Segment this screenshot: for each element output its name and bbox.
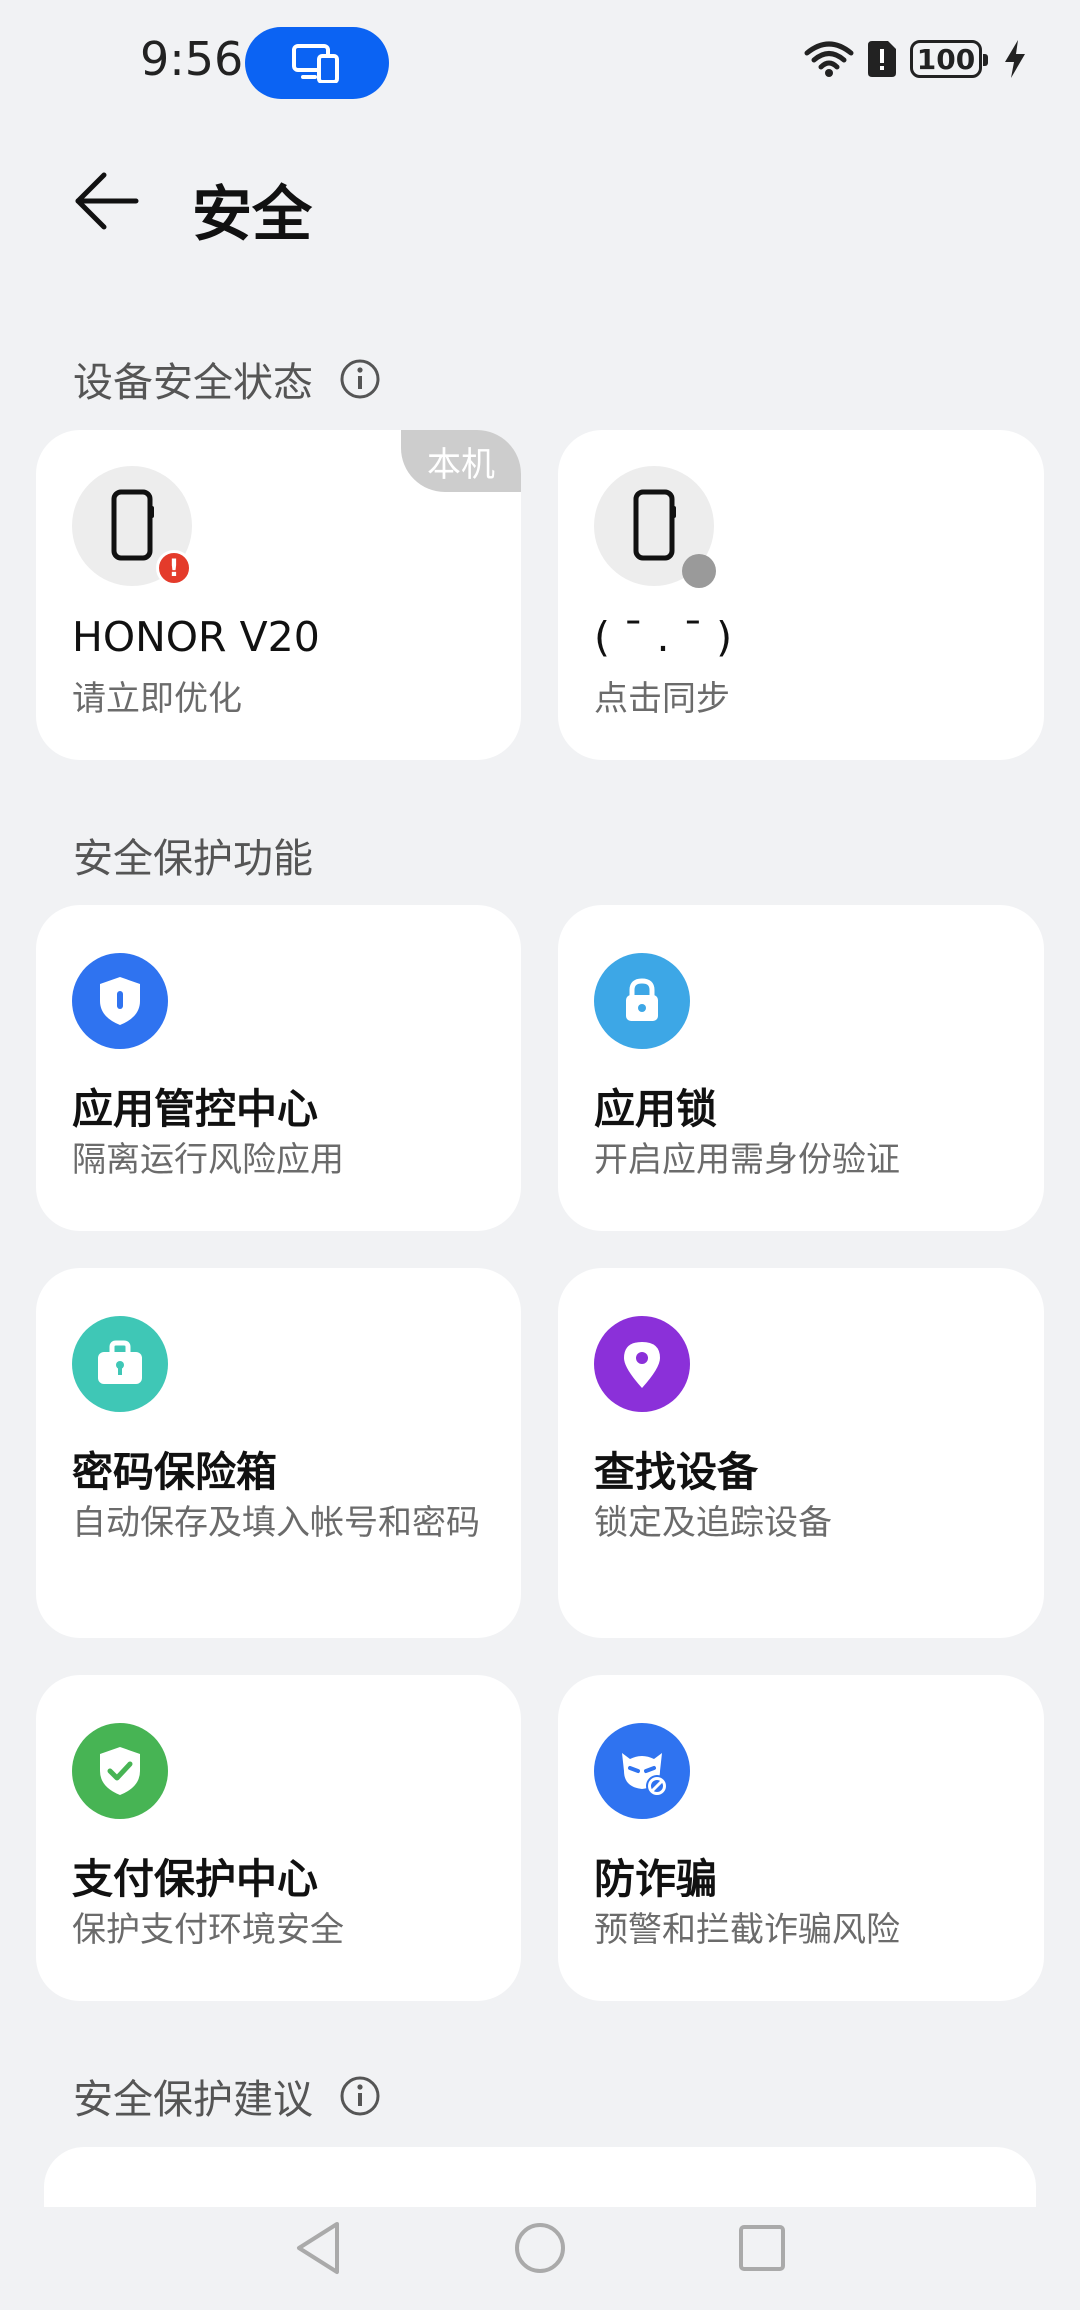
feature-title: 支付保护中心	[72, 1855, 318, 1903]
shield-icon	[72, 953, 168, 1049]
section-suggestions-label: 安全保护建议	[73, 2077, 313, 2123]
feature-desc: 预警和拦截诈骗风险	[594, 1910, 900, 1950]
feature-desc: 隔离运行风险应用	[72, 1140, 344, 1180]
feature-card-app-lock[interactable]: 应用锁 开启应用需身份验证	[558, 905, 1044, 1231]
back-button[interactable]	[68, 165, 148, 245]
device-card-other[interactable]: ( ¯ . ¯ ) 点击同步	[558, 430, 1044, 760]
device-name: HONOR V20	[72, 613, 320, 661]
feature-desc: 自动保存及填入帐号和密码	[72, 1503, 480, 1543]
device-status: 点击同步	[594, 679, 730, 719]
warning-badge: !	[156, 550, 192, 586]
this-device-tag: 本机	[401, 430, 521, 492]
feature-card-find-device[interactable]: 查找设备 锁定及追踪设备	[558, 1268, 1044, 1638]
feature-card-payment-protection[interactable]: 支付保护中心 保护支付环境安全	[36, 1675, 521, 2001]
multi-device-collab-button[interactable]	[245, 27, 389, 99]
status-icons: 100	[804, 38, 1028, 80]
wifi-icon	[804, 41, 854, 77]
feature-desc: 锁定及追踪设备	[594, 1503, 832, 1543]
section-protection-features: 安全保护功能	[73, 826, 313, 884]
feature-title: 密码保险箱	[72, 1448, 277, 1496]
device-status: 请立即优化	[72, 679, 242, 719]
battery-indicator: 100	[910, 40, 988, 78]
status-bar: 9:56 100	[0, 0, 1080, 130]
section-suggestions: 安全保护建议	[73, 2067, 381, 2125]
feature-card-password-vault[interactable]: 密码保险箱 自动保存及填入帐号和密码	[36, 1268, 521, 1638]
info-icon[interactable]	[339, 358, 381, 400]
info-icon[interactable]	[339, 2075, 381, 2117]
section-device-status: 设备安全状态	[73, 350, 381, 408]
feature-card-app-control[interactable]: 应用管控中心 隔离运行风险应用	[36, 905, 521, 1231]
feature-desc: 开启应用需身份验证	[594, 1140, 900, 1180]
multi-screen-icon	[292, 44, 339, 83]
fraud-block-icon	[594, 1723, 690, 1819]
feature-desc: 保护支付环境安全	[72, 1910, 344, 1950]
system-nav-bar	[0, 2185, 1080, 2310]
status-time: 9:56	[140, 32, 244, 86]
device-card-this-phone[interactable]: ! 本机 HONOR V20 请立即优化	[36, 430, 521, 760]
charging-icon	[1005, 40, 1025, 78]
nav-home-icon[interactable]	[513, 2221, 567, 2275]
page-title: 安全	[192, 180, 312, 250]
nav-recents-icon[interactable]	[737, 2223, 787, 2273]
feature-title: 防诈骗	[594, 1855, 717, 1903]
section-protection-features-label: 安全保护功能	[73, 836, 313, 882]
nav-back-icon[interactable]	[293, 2220, 343, 2276]
alert-sim-icon	[868, 41, 896, 77]
location-pin-icon	[594, 1316, 690, 1412]
device-name: ( ¯ . ¯ )	[594, 613, 733, 661]
back-arrow-icon	[75, 172, 139, 230]
feature-title: 查找设备	[594, 1448, 758, 1496]
feature-card-anti-fraud[interactable]: 防诈骗 预警和拦截诈骗风险	[558, 1675, 1044, 2001]
shield-check-icon	[72, 1723, 168, 1819]
lock-icon	[594, 953, 690, 1049]
briefcase-lock-icon	[72, 1316, 168, 1412]
feature-title: 应用锁	[594, 1085, 717, 1133]
offline-badge	[682, 554, 716, 588]
feature-title: 应用管控中心	[72, 1085, 318, 1133]
section-device-status-label: 设备安全状态	[73, 360, 313, 406]
